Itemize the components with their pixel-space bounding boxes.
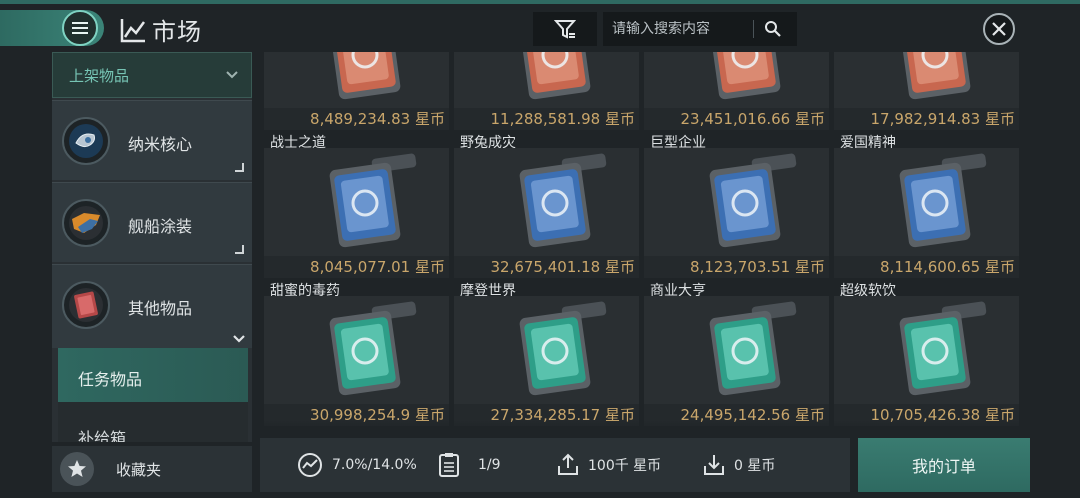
search-button[interactable]	[754, 12, 792, 46]
listings-stat: 1/9	[438, 452, 501, 478]
item-price: 23,451,016.66 星币	[644, 108, 829, 130]
star-icon	[60, 452, 94, 486]
upload-icon	[558, 453, 578, 475]
corner-marker-icon	[235, 163, 244, 172]
close-icon	[992, 22, 1006, 36]
top-bar: 市场	[0, 4, 1080, 50]
tax-value: 7.0%/14.0%	[332, 457, 417, 473]
search-input[interactable]	[603, 21, 753, 37]
red-scroll-icon	[899, 52, 971, 100]
item-thumbnail	[834, 296, 1019, 404]
buy-value: 0 星币	[734, 458, 776, 474]
page-title: 市场	[152, 18, 202, 46]
item-price: 11,288,581.98 星币	[454, 108, 639, 130]
corner-marker-icon	[235, 245, 244, 254]
my-orders-button[interactable]: 我的订单	[858, 438, 1030, 492]
item-price: 17,982,914.83 星币	[834, 108, 1019, 130]
teal-scroll-icon	[519, 301, 607, 396]
blue-scroll-icon	[329, 153, 417, 248]
menu-button[interactable]	[62, 10, 98, 46]
item-thumbnail	[644, 52, 829, 108]
red-scroll-icon	[329, 52, 401, 100]
red-scroll-icon	[519, 52, 591, 100]
red-scroll-icon	[709, 52, 781, 100]
category-label: 纳米核心	[128, 135, 193, 154]
listing-type-dropdown[interactable]: 上架物品	[52, 52, 252, 98]
item-price: 8,045,077.01 星币	[264, 256, 449, 278]
blue-scroll-icon	[709, 153, 797, 248]
category-label: 舰船涂装	[128, 217, 193, 236]
item-thumbnail	[454, 52, 639, 108]
dropdown-label: 上架物品	[69, 66, 130, 85]
item-thumbnail	[834, 52, 1019, 108]
clipboard-icon	[439, 453, 459, 477]
item-thumbnail	[644, 296, 829, 404]
teal-scroll-icon	[329, 301, 417, 396]
blue-scroll-icon	[519, 153, 607, 248]
blue-scroll-icon	[899, 153, 987, 248]
chart-trend-icon	[120, 18, 146, 42]
item-thumbnail	[264, 52, 449, 108]
item-thumbnail	[644, 148, 829, 256]
filter-icon	[554, 20, 576, 39]
category-nano-core[interactable]: 纳米核心	[52, 100, 252, 180]
teal-scroll-icon	[709, 301, 797, 396]
gauge-icon	[298, 453, 322, 477]
search-box	[603, 12, 797, 46]
category-ship-paint[interactable]: 舰船涂装	[52, 182, 252, 262]
chevron-down-icon	[226, 71, 238, 79]
teal-scroll-icon	[899, 301, 987, 396]
item-price: 8,114,600.65 星币	[834, 256, 1019, 278]
item-price: 8,489,234.83 星币	[264, 108, 449, 130]
search-icon	[765, 21, 781, 37]
filter-button[interactable]	[533, 12, 597, 46]
subcategory-mission-items[interactable]: 任务物品	[58, 348, 248, 402]
grid-fade	[264, 420, 1020, 432]
item-thumbnail	[454, 296, 639, 404]
item-thumbnail	[264, 296, 449, 404]
category-other-items[interactable]: 其他物品	[52, 264, 252, 348]
subcategory-label: 补给箱	[78, 429, 127, 442]
item-thumbnail	[264, 148, 449, 256]
status-bar: 7.0%/14.0% 1/9 100千 星币 0 星币	[260, 438, 850, 492]
nano-core-icon	[62, 117, 110, 165]
subcategory-label: 任务物品	[78, 370, 143, 389]
category-label: 其他物品	[128, 299, 193, 318]
item-thumbnail	[454, 148, 639, 256]
sell-value: 100千 星币	[588, 458, 662, 474]
category-sidebar: 上架物品 纳米核心 舰船涂装 其他物品 任务物品 补给箱	[52, 52, 252, 442]
item-thumbnail	[834, 148, 1019, 256]
favorites-button[interactable]: 收藏夹	[52, 446, 252, 492]
subcategory-supply-box[interactable]: 补给箱	[58, 402, 248, 442]
buy-stat: 0 星币	[702, 452, 775, 478]
item-grid: 8,489,234.83 星币 战士之道 11,288,581.98 星币 野兔成灾 2…	[264, 52, 1020, 430]
download-icon	[704, 455, 724, 475]
item-price: 8,123,703.51 星币	[644, 256, 829, 278]
ship-paint-icon	[62, 199, 110, 247]
close-button[interactable]	[983, 13, 1015, 45]
chevron-down-icon	[233, 335, 245, 343]
hamburger-icon	[72, 22, 88, 34]
favorites-label: 收藏夹	[116, 460, 162, 479]
title-group: 市场	[120, 12, 202, 47]
book-icon	[62, 281, 110, 329]
listings-value: 1/9	[478, 457, 501, 473]
item-price: 32,675,401.18 星币	[454, 256, 639, 278]
tax-stat: 7.0%/14.0%	[296, 451, 417, 479]
sell-stat: 100千 星币	[556, 452, 661, 478]
